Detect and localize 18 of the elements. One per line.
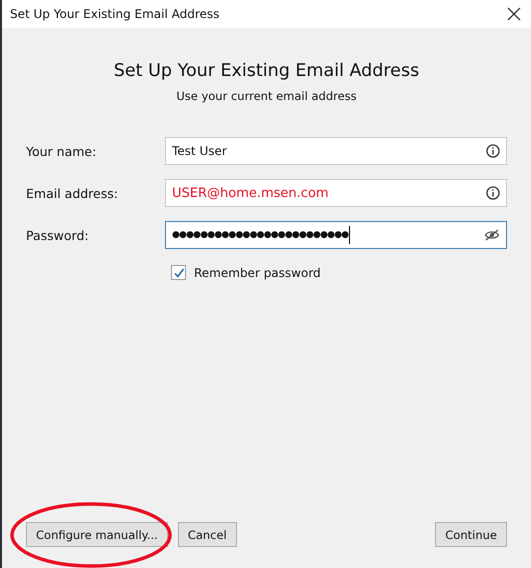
configure-manually-button[interactable]: Configure manually... [26, 522, 168, 547]
field-label: Password: [26, 228, 90, 242]
info-icon[interactable] [486, 144, 500, 158]
close-icon[interactable] [507, 7, 521, 21]
continue-button[interactable]: Continue [435, 522, 507, 547]
checkmark-icon [172, 266, 184, 278]
input-field[interactable]: USER@home.msen.com [165, 179, 507, 207]
field-label: Your name: [26, 144, 98, 158]
input-field[interactable]: ●●●●●●●●●●●●●●●●●●●●●●●●● [165, 221, 507, 249]
dialog-subheading: Use your current email address [175, 89, 358, 103]
dialog-heading: Set Up Your Existing Email Address [112, 61, 420, 81]
remember-password-checkbox[interactable]: Remember password [171, 265, 507, 280]
cancel-button[interactable]: Cancel [178, 522, 237, 547]
window-title: Set Up Your Existing Email Address [10, 7, 220, 21]
field-label: Email address: [26, 186, 119, 200]
hidden-eye-icon[interactable] [484, 228, 500, 242]
info-icon[interactable] [486, 186, 500, 200]
input-field[interactable]: Test User [165, 137, 507, 165]
